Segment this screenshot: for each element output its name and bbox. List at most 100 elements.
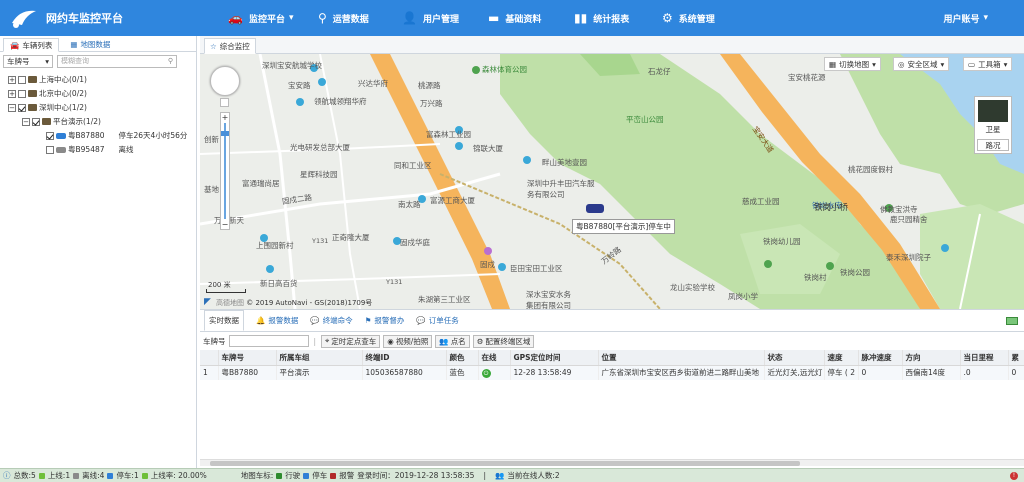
vehicle-map-label[interactable]: 粤B87880[平台演示]停车中 [572, 219, 675, 234]
folder-icon [42, 118, 51, 125]
tab-vehicle-list[interactable]: 🚘 车辆列表 [3, 38, 60, 52]
column-header[interactable]: 位置 [598, 350, 765, 366]
zoom-out-icon[interactable]: − [221, 220, 229, 229]
vehicle-marker-icon[interactable] [586, 204, 604, 213]
search-icon[interactable]: ⚲ [168, 57, 173, 65]
column-header[interactable]: GPS定位时间 [510, 350, 599, 366]
map-label: 深圳宝安航城学校 [262, 61, 322, 70]
column-header[interactable]: 车牌号 [218, 350, 277, 366]
tree-vehicle-row[interactable]: 粤B95487 离线 [46, 143, 134, 156]
layer-switcher: 卫星 路况 [974, 96, 1012, 154]
tree-node-shanghai[interactable]: + 上海中心(0/1) [8, 73, 87, 86]
toolbox-button[interactable]: ▭ 工具箱 ▾ [963, 57, 1013, 71]
checkbox[interactable] [32, 117, 40, 126]
plate-filter-input[interactable] [228, 335, 309, 347]
nav-users[interactable]: 👤 用户管理 [402, 0, 459, 36]
column-header[interactable]: 终端ID [362, 350, 447, 366]
tab-alarm-supervise[interactable]: ⚑ 报警督办 [365, 315, 405, 326]
safe-zone-label: 安全区域 [907, 59, 938, 69]
map-label: 鹿只园精舍 [890, 215, 928, 224]
map-label: 深水宝安水务集团有限公司 [526, 290, 571, 309]
column-header[interactable]: 状态 [764, 350, 825, 366]
checkbox[interactable] [46, 145, 54, 154]
nav-system-label: 系统管理 [678, 14, 715, 25]
map-label: 铁岗村 [804, 273, 827, 282]
sidebar-search: 车牌号 ▾ 模糊查询 ⚲ [0, 52, 196, 70]
cell-speed: 停车 ( 2 [824, 365, 859, 380]
status-total: 总数:5 [13, 471, 36, 480]
tab-realtime[interactable]: 实时数据 [204, 310, 244, 331]
table-row[interactable]: 1 粤B87880 平台演示 105036587880 蓝色 ⏻ 在线 12-2… [200, 365, 1024, 380]
nav-operations[interactable]: ⚲ 运营数据 [318, 0, 369, 36]
expand-icon[interactable]: + [8, 89, 16, 98]
cell-color: 蓝色 [446, 365, 479, 380]
expand-icon[interactable]: + [8, 75, 16, 84]
zoom-slider[interactable]: + − [220, 112, 230, 230]
checkbox[interactable] [18, 89, 26, 98]
horizontal-scrollbar[interactable] [200, 459, 1024, 466]
scheduled-locate-button[interactable]: ⌖ 定时定点查车 [321, 334, 381, 348]
satellite-thumbnail[interactable] [978, 100, 1008, 122]
poi-icon [484, 247, 492, 255]
collapse-icon[interactable]: − [22, 117, 30, 126]
nav-system[interactable]: ⚙ 系统管理 [662, 0, 715, 36]
checkbox[interactable] [18, 75, 26, 84]
vehicle-status: 停车26天4小时56分 [118, 131, 188, 140]
zoom-in-icon[interactable]: + [221, 113, 229, 122]
tab-order-tasks[interactable]: 💬 订单任务 [416, 315, 458, 326]
column-header[interactable]: 累 [1008, 350, 1024, 366]
column-header[interactable]: 所属车组 [276, 350, 363, 366]
cell-direction: 西偏南14度 [902, 365, 961, 380]
poi-icon [472, 66, 480, 74]
zoom-handle[interactable] [221, 131, 229, 136]
map-label: 兴达华府 [358, 79, 388, 88]
column-header[interactable]: 速度 [824, 350, 859, 366]
search-input[interactable]: 模糊查询 ⚲ [57, 54, 177, 68]
tab-map-data[interactable]: ▦ 地图数据 [63, 37, 117, 51]
switch-map-button[interactable]: ▦ 切换地图 ▾ [824, 57, 881, 71]
collapse-icon[interactable]: − [8, 103, 16, 112]
checkbox[interactable] [46, 131, 54, 140]
traffic-toggle[interactable]: 路况 [977, 139, 1009, 151]
tree-node-demo[interactable]: − 平台演示(1/2) [22, 115, 101, 128]
locate-icon[interactable] [220, 98, 229, 107]
user-account-menu[interactable]: 用户账号 ▾ [943, 0, 988, 36]
tree-node-shenzhen[interactable]: − 深圳中心(1/2) [8, 101, 87, 114]
tab-terminal-cmd-label: 终端命令 [322, 316, 353, 325]
column-header[interactable]: 颜色 [446, 350, 479, 366]
column-header[interactable]: 在线 [478, 350, 511, 366]
checkbox[interactable] [18, 103, 26, 112]
map-view[interactable]: 深圳宝安航城学校 兴达华府 宝安路 领航城领翔华府 桃源路 万兴路 森林体育公园… [200, 54, 1024, 309]
power-online-icon: ⏻ [481, 368, 491, 378]
data-panel: 实时数据 🔔 报警数据 💬 终端命令 ⚑ 报警督办 💬 订单任务 车牌号 | ⌖… [200, 309, 1024, 468]
tree-vehicle-row[interactable]: 粤B87880 停车26天4小时56分 [46, 129, 196, 142]
tab-overview[interactable]: ☆ 综合监控 [204, 38, 256, 54]
tab-alarm[interactable]: 🔔 报警数据 [256, 315, 298, 326]
search-field-select[interactable]: 车牌号 ▾ [3, 54, 53, 68]
config-zone-button[interactable]: ⚙ 配置终端区域 [472, 334, 535, 348]
alarm-sound-icon[interactable]: ! [1010, 471, 1018, 480]
map-label: 泰禾深圳院子 [886, 253, 931, 262]
search-field-label: 车牌号 [7, 56, 30, 66]
column-header[interactable]: 当日里程 [960, 350, 1009, 366]
nav-basedata[interactable]: ▬ 基础资料 [488, 0, 541, 36]
btn-video-label: 视频/拍照 [395, 336, 429, 346]
status-bar: ⓘ 总数:5 上线:1 离线:4 停车:1 上线率: 20.00% 地图车标: … [0, 468, 1024, 482]
satellite-toggle[interactable]: 卫星 [975, 124, 1011, 135]
nav-reports[interactable]: ▮▮ 统计报表 [574, 0, 629, 36]
nav-monitor[interactable]: 🚗 监控平台 ▾ [228, 0, 294, 36]
column-header[interactable]: 方向 [902, 350, 961, 366]
nav-basedata-label: 基础资料 [505, 14, 542, 25]
tab-terminal-cmd[interactable]: 💬 终端命令 [310, 315, 352, 326]
safe-zone-button[interactable]: ◎ 安全区域 ▾ [893, 57, 950, 71]
tree-node-beijing[interactable]: + 北京中心(0/2) [8, 87, 87, 100]
column-header[interactable]: 脉冲速度 [858, 350, 903, 366]
video-photo-button[interactable]: ◉ 视频/拍照 [383, 334, 433, 348]
scrollbar-thumb[interactable] [210, 461, 800, 466]
roll-call-button[interactable]: 👥 点名 [435, 334, 470, 348]
map-pan-control[interactable] [210, 66, 240, 96]
panel-toggle-icon[interactable] [1006, 316, 1018, 325]
gear-icon: ⚙ [476, 336, 484, 346]
main-tabbar: ☆ 综合监控 [200, 36, 1024, 54]
map-label: 光电研发总部大厦 [290, 143, 350, 152]
